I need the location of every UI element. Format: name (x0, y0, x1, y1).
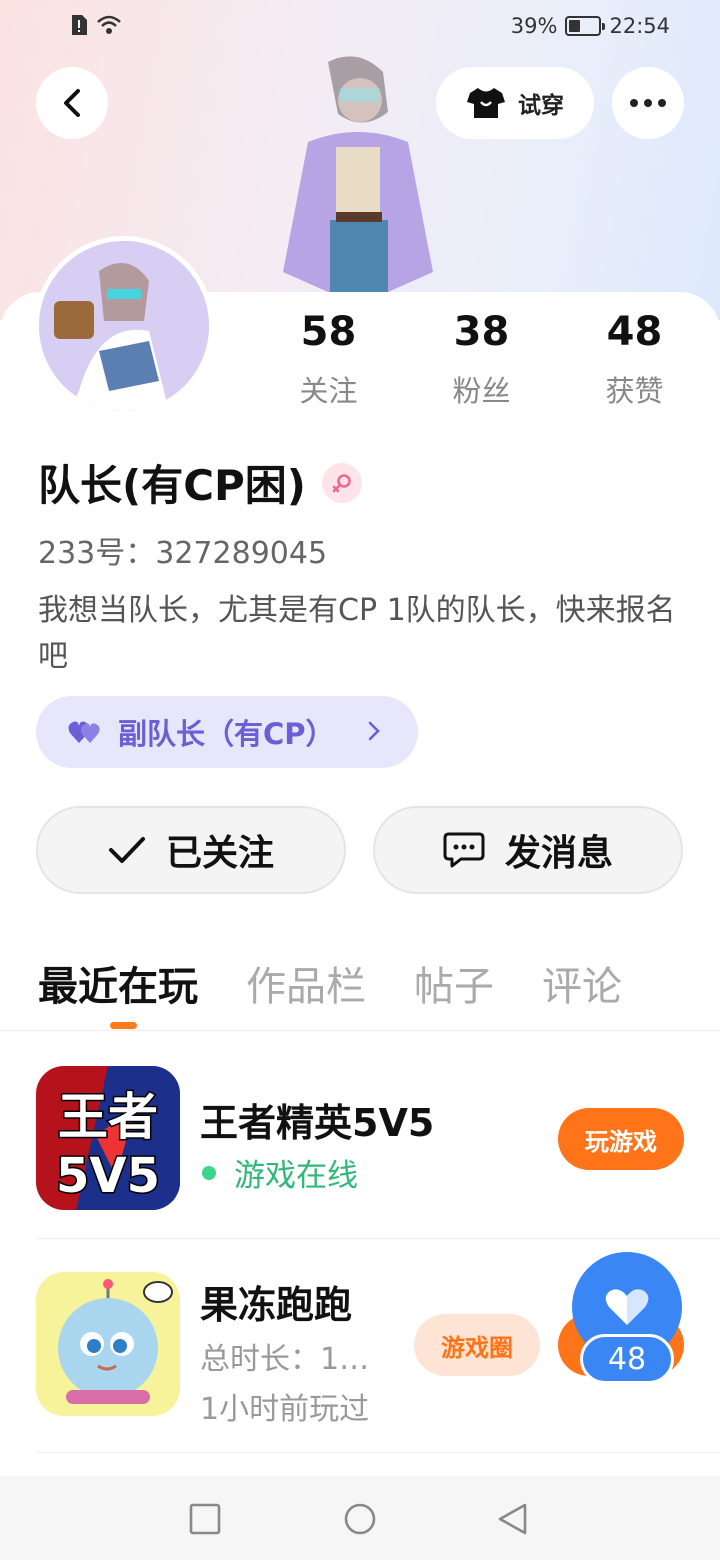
username-row: 队长(有CP困) (38, 452, 362, 513)
following-label: 关注 (299, 374, 358, 408)
heart-icon (605, 1289, 649, 1325)
profile-tabs: 最近在玩 作品栏 帖子 评论 (38, 954, 622, 1012)
recent-apps-icon[interactable] (188, 1502, 222, 1536)
more-options-button[interactable] (612, 67, 684, 139)
avatar-image (39, 241, 209, 411)
system-navigation-bar (0, 1476, 720, 1560)
try-on-label: 试穿 (518, 93, 564, 119)
following-count: 58 (300, 309, 357, 355)
wifi-icon (97, 15, 121, 34)
battery-percent: 39% (510, 14, 558, 38)
double-heart-icon (68, 721, 100, 743)
like-count: 48 (580, 1334, 674, 1384)
clock-time: 22:54 (609, 14, 670, 38)
active-tab-indicator (110, 1022, 137, 1029)
stat-following[interactable]: 58 关注 (252, 306, 405, 410)
fans-count: 38 (453, 309, 510, 355)
battery-icon (565, 16, 606, 36)
online-status-label: 游戏在线 (234, 1158, 358, 1194)
user-bio: 我想当队长，尤其是有CP 1队的队长，快来报名吧 (38, 593, 676, 674)
game-title: 王者精英5V5 (200, 1101, 435, 1145)
chat-bubble-icon (443, 832, 485, 868)
badge-label: 副队长（有CP） (118, 717, 335, 751)
back-button[interactable] (36, 67, 108, 139)
play-game-button[interactable]: 玩游戏 (558, 1108, 684, 1170)
checkmark-icon (108, 837, 145, 863)
fans-label: 粉丝 (452, 374, 511, 408)
stat-fans[interactable]: 38 粉丝 (405, 306, 558, 410)
sim-alert-icon (72, 15, 87, 35)
game-last-played: 1小时前玩过 (200, 1392, 370, 1427)
avatar[interactable] (34, 236, 214, 416)
chevron-right-icon (367, 716, 381, 749)
tshirt-icon (467, 88, 505, 118)
game-icon-text-bottom: 5V5 (56, 1148, 160, 1204)
list-divider (36, 1238, 720, 1239)
game-total-duration: 总时长：1… (200, 1342, 370, 1377)
tab-works[interactable]: 作品栏 (246, 954, 366, 1012)
send-message-button[interactable]: 发消息 (373, 806, 683, 894)
game-circle-button[interactable]: 游戏圈 (414, 1314, 540, 1376)
user-id: 233号：327289045 (38, 536, 328, 571)
tab-recently-played[interactable]: 最近在玩 (38, 954, 198, 1012)
more-dots-icon (630, 99, 666, 107)
tabs-divider (0, 1030, 720, 1031)
list-divider (36, 1452, 720, 1453)
female-gender-icon (322, 462, 362, 503)
followed-label: 已关注 (165, 833, 274, 874)
title-badge[interactable]: 副队长（有CP） (36, 696, 418, 768)
username: 队长(有CP困) (38, 461, 306, 510)
stat-likes[interactable]: 48 获赞 (558, 306, 711, 410)
chevron-left-icon (64, 89, 80, 117)
tab-posts[interactable]: 帖子 (414, 954, 494, 1012)
game-icon-jelly-run[interactable] (36, 1272, 180, 1416)
avatar-figure-image (283, 56, 433, 292)
game-title: 果冻跑跑 (200, 1283, 353, 1327)
profile-stats: 58 关注 38 粉丝 48 获赞 (252, 306, 712, 410)
likes-count: 48 (606, 309, 663, 355)
online-dot-icon (202, 1165, 216, 1180)
back-triangle-icon[interactable] (496, 1502, 530, 1536)
home-icon[interactable] (343, 1502, 377, 1536)
floating-like-button[interactable]: 48 (572, 1252, 684, 1388)
game-icon-kings-elite[interactable]: 王者 5V5 (36, 1066, 180, 1210)
online-status: 游戏在线 (200, 1150, 358, 1195)
status-bar: 39% 22:54 (0, 0, 720, 56)
likes-label: 获赞 (605, 374, 664, 408)
game-icon-text-top: 王者 (58, 1088, 158, 1146)
send-message-label: 发消息 (504, 833, 613, 874)
tab-comments[interactable]: 评论 (542, 954, 622, 1012)
followed-button[interactable]: 已关注 (36, 806, 346, 894)
try-on-button[interactable]: 试穿 (436, 67, 594, 139)
game-list-item[interactable]: 王者 5V5 王者精英5V5 游戏在线 玩游戏 (36, 1066, 684, 1216)
